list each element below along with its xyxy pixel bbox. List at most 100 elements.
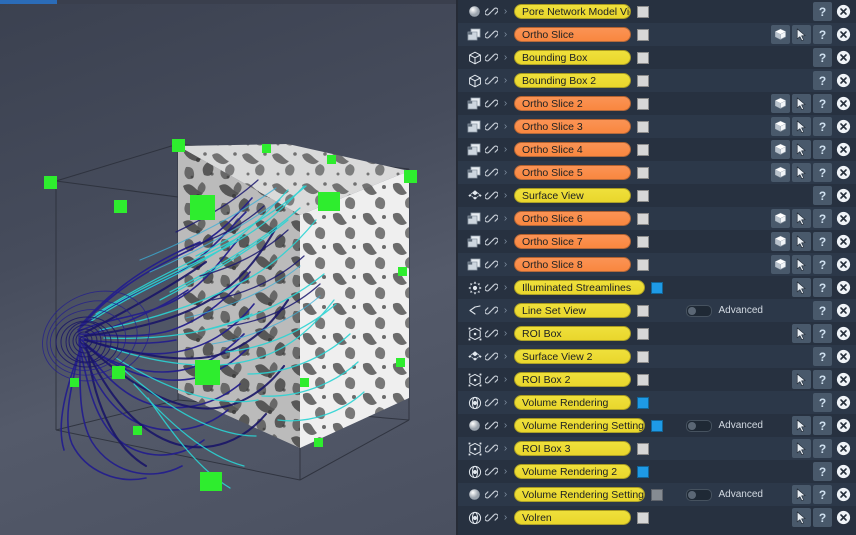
expand-chevron-icon[interactable]: › [499,259,512,270]
module-name-pill[interactable]: Illuminated Streamlines [514,280,645,295]
roi-handle[interactable] [396,358,405,367]
module-name-pill[interactable]: Surface View 2 [514,349,631,364]
visibility-checkbox[interactable] [637,97,649,110]
module-row[interactable]: › Ortho Slice 2? [458,92,856,115]
module-name-pill[interactable]: ROI Box 3 [514,441,631,456]
close-icon[interactable] [834,255,853,274]
module-name-pill[interactable]: Volume Rendering [514,395,631,410]
expand-chevron-icon[interactable]: › [499,420,512,431]
close-icon[interactable] [834,278,853,297]
visibility-checkbox[interactable] [637,396,649,409]
link-icon[interactable] [484,442,499,455]
view-cube-button[interactable] [771,94,790,113]
pick-cursor-button[interactable] [792,508,811,527]
visibility-checkbox[interactable] [637,51,649,64]
close-icon[interactable] [834,2,853,21]
module-row[interactable]: › Volume Rendering Settings 2 Advanced? [458,483,856,506]
link-icon[interactable] [484,74,499,87]
module-row[interactable]: › Ortho Slice 6? [458,207,856,230]
help-button[interactable]: ? [813,255,832,274]
visibility-checkbox[interactable] [637,143,649,156]
roi-handle[interactable] [318,192,340,211]
visibility-checkbox[interactable] [637,28,649,41]
module-name-pill[interactable]: Volume Rendering 2 [514,464,631,479]
module-name-pill[interactable]: Ortho Slice 6 [514,211,631,226]
close-icon[interactable] [834,186,853,205]
help-button[interactable]: ? [813,94,832,113]
view-cube-button[interactable] [771,255,790,274]
close-icon[interactable] [834,117,853,136]
view-cube-button[interactable] [771,140,790,159]
pick-cursor-button[interactable] [792,25,811,44]
link-icon[interactable] [484,189,499,202]
pick-cursor-button[interactable] [792,140,811,159]
help-button[interactable]: ? [813,393,832,412]
help-button[interactable]: ? [813,140,832,159]
close-icon[interactable] [834,209,853,228]
expand-chevron-icon[interactable]: › [499,489,512,500]
visibility-checkbox[interactable] [637,189,649,202]
close-icon[interactable] [834,416,853,435]
view-cube-button[interactable] [771,163,790,182]
roi-handle[interactable] [200,472,222,491]
link-icon[interactable] [484,5,499,18]
link-icon[interactable] [484,511,499,524]
help-button[interactable]: ? [813,163,832,182]
close-icon[interactable] [834,462,853,481]
link-icon[interactable] [484,97,499,110]
module-row[interactable]: › ROI Box 3? [458,437,856,460]
visibility-checkbox[interactable] [637,258,649,271]
pick-cursor-button[interactable] [792,163,811,182]
module-row[interactable]: › Bounding Box 2? [458,69,856,92]
link-icon[interactable] [484,28,499,41]
expand-chevron-icon[interactable]: › [499,144,512,155]
pick-cursor-button[interactable] [792,209,811,228]
module-name-pill[interactable]: ROI Box [514,326,631,341]
close-icon[interactable] [834,393,853,412]
visibility-checkbox[interactable] [637,212,649,225]
close-icon[interactable] [834,48,853,67]
expand-chevron-icon[interactable]: › [499,466,512,477]
link-icon[interactable] [484,350,499,363]
module-row[interactable]: › Volren? [458,506,856,529]
close-icon[interactable] [834,163,853,182]
module-name-pill[interactable]: Ortho Slice [514,27,631,42]
module-row[interactable]: › Ortho Slice 7? [458,230,856,253]
close-icon[interactable] [834,232,853,251]
advanced-toggle-group[interactable]: Advanced [685,304,763,317]
help-button[interactable]: ? [813,439,832,458]
help-button[interactable]: ? [813,508,832,527]
help-button[interactable]: ? [813,117,832,136]
module-row[interactable]: › Bounding Box? [458,46,856,69]
roi-handle[interactable] [70,378,79,387]
advanced-toggle[interactable] [685,419,712,432]
help-button[interactable]: ? [813,71,832,90]
roi-handle[interactable] [114,200,127,213]
help-button[interactable]: ? [813,186,832,205]
visibility-checkbox[interactable] [637,166,649,179]
module-name-pill[interactable]: Ortho Slice 5 [514,165,631,180]
visibility-checkbox[interactable] [637,465,649,478]
visibility-checkbox[interactable] [637,511,649,524]
module-row[interactable]: › Ortho Slice 5? [458,161,856,184]
expand-chevron-icon[interactable]: › [499,328,512,339]
help-button[interactable]: ? [813,347,832,366]
close-icon[interactable] [834,347,853,366]
module-row[interactable]: › Volume Rendering 2? [458,460,856,483]
visibility-checkbox[interactable] [637,304,649,317]
pick-cursor-button[interactable] [792,94,811,113]
help-button[interactable]: ? [813,324,832,343]
link-icon[interactable] [484,396,499,409]
roi-handle[interactable] [404,170,417,183]
advanced-toggle[interactable] [685,304,712,317]
view-cube-button[interactable] [771,232,790,251]
module-name-pill[interactable]: Ortho Slice 4 [514,142,631,157]
help-button[interactable]: ? [813,301,832,320]
pick-cursor-button[interactable] [792,117,811,136]
expand-chevron-icon[interactable]: › [499,190,512,201]
module-row[interactable]: › Volume Rendering Settings Advanced? [458,414,856,437]
module-row[interactable]: › Illuminated Streamlines? [458,276,856,299]
expand-chevron-icon[interactable]: › [499,52,512,63]
link-icon[interactable] [484,235,499,248]
close-icon[interactable] [834,71,853,90]
